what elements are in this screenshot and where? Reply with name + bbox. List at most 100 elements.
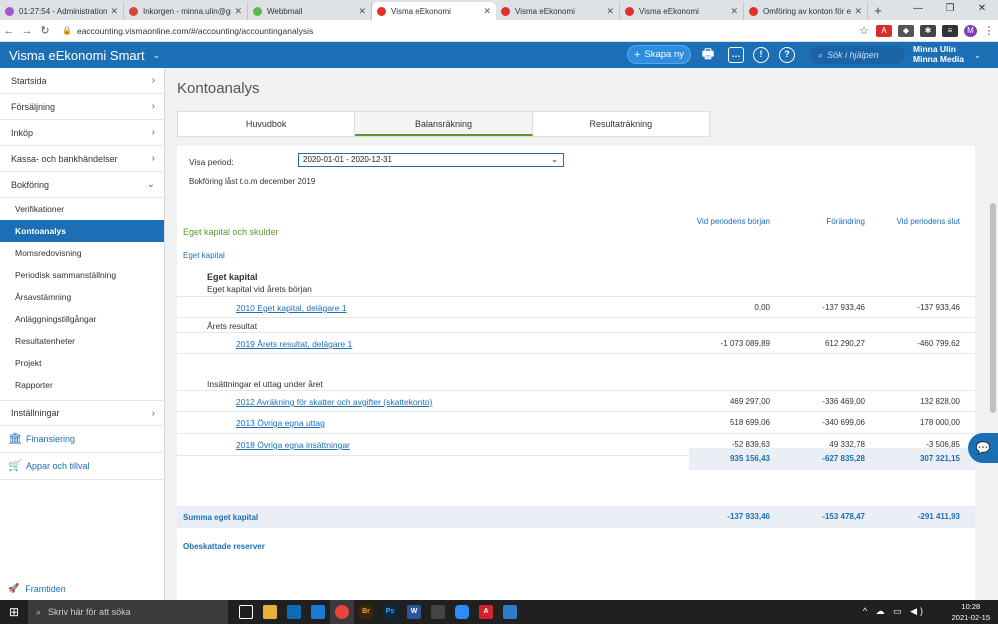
app-icon[interactable] xyxy=(258,600,282,624)
chat-icon[interactable]: … xyxy=(728,47,744,63)
chevron-down-icon: ⌄ xyxy=(152,49,161,60)
chat-icon: 💬 xyxy=(975,441,991,455)
table-row: 2010 Eget kapital, delägare 1 0,00 -137 … xyxy=(177,296,975,318)
app-icon[interactable] xyxy=(426,600,450,624)
user-menu[interactable]: Minna Ulin Minna Media xyxy=(913,44,964,64)
subtotal-change: -627 835,28 xyxy=(822,454,865,463)
browser-tab[interactable]: Visma eEkonomi ✕ xyxy=(496,2,620,20)
close-icon[interactable]: ✕ xyxy=(606,6,614,17)
browser-tab[interactable]: Webbmail ✕ xyxy=(248,2,372,20)
tab-balansrakning[interactable]: Balansräkning xyxy=(355,112,533,136)
app-icon[interactable] xyxy=(498,600,522,624)
reload-icon[interactable]: ↻ xyxy=(36,24,54,37)
user-name: Minna Ulin xyxy=(913,44,956,54)
column-header-start: Vid periodens början xyxy=(696,217,770,226)
media-icon[interactable]: ≡ xyxy=(942,24,958,37)
value-start: -1 073 089,89 xyxy=(720,339,770,348)
acrobat-icon[interactable]: A xyxy=(474,600,498,624)
app-title[interactable]: Visma eEkonomi Smart ⌄ xyxy=(0,48,165,63)
browser-tab[interactable]: Visma eEkonomi ✕ xyxy=(620,2,744,20)
puzzle-icon[interactable]: ✱ xyxy=(920,24,936,37)
sidebar-item-installningar[interactable]: Inställningar › xyxy=(0,400,164,426)
sidebar-subitem-kontoanalys[interactable]: Kontoanalys xyxy=(0,220,164,242)
sidebar-subitem-resultatenheter[interactable]: Resultatenheter xyxy=(0,330,164,352)
clock[interactable]: 10:28 2021-02-15 xyxy=(952,600,990,624)
url-field[interactable]: 🔒 eaccounting.vismaonline.com/#/accountin… xyxy=(62,26,855,36)
menu-icon[interactable]: ⋮ xyxy=(980,24,998,37)
browser-tab[interactable]: Omföring av konton för eg ✕ xyxy=(744,2,868,20)
main-content: Kontoanalys Huvudbok Balansräkning Resul… xyxy=(165,68,988,600)
word-icon[interactable]: W xyxy=(402,600,426,624)
forward-icon[interactable]: → xyxy=(18,25,36,37)
system-tray-icons[interactable]: ^ ☁ ▭ ◀) xyxy=(863,606,926,617)
sidebar-item-finansiering[interactable]: 🏛 Finansiering xyxy=(0,426,164,453)
close-window-icon[interactable]: ✕ xyxy=(966,0,998,20)
browser-tab-active[interactable]: Visma eEkonomi ✕ xyxy=(372,2,496,20)
windows-start-icon[interactable]: ⊞ xyxy=(0,605,28,619)
zoom-icon[interactable] xyxy=(450,600,474,624)
close-icon[interactable]: ✕ xyxy=(110,6,118,17)
tab-title: Omföring av konton för eg xyxy=(763,6,852,16)
close-icon[interactable]: ✕ xyxy=(234,6,242,17)
pdf-extension-icon[interactable]: A xyxy=(876,24,892,37)
sidebar-subitem-projekt[interactable]: Projekt xyxy=(0,352,164,374)
print-icon[interactable]: 🖶 xyxy=(700,47,716,63)
sidebar-subitem-verifikationer[interactable]: Verifikationer xyxy=(0,198,164,220)
chat-support-button[interactable]: 💬 xyxy=(968,433,998,463)
maximize-icon[interactable]: ❐ xyxy=(934,0,966,20)
sidebar-item-inkop[interactable]: Inköp › xyxy=(0,120,164,146)
mail-icon[interactable] xyxy=(306,600,330,624)
star-icon[interactable]: ☆ xyxy=(855,24,873,37)
sidebar-item-framtiden[interactable]: 🚀 Framtiden xyxy=(8,583,66,594)
page-scrollbar[interactable] xyxy=(988,68,998,600)
close-icon[interactable]: ✕ xyxy=(854,6,862,17)
sidebar-subitem-momsredovisning[interactable]: Momsredovisning xyxy=(0,242,164,264)
profile-avatar[interactable]: M xyxy=(964,24,977,37)
chrome-icon[interactable] xyxy=(330,600,354,624)
sidebar-subitem-anlaggning[interactable]: Anläggningstillgångar xyxy=(0,308,164,330)
report-panel: Visa period: 2020-01-01 - 2020-12-31 ⌄ Bo… xyxy=(177,146,975,600)
account-link[interactable]: 2019 Årets resultat, delägare 1 xyxy=(236,339,352,349)
taskbar-search[interactable]: ⌕ Skriv här för att söka xyxy=(28,600,228,624)
value-change: 612 290,27 xyxy=(824,339,865,348)
sidebar-item-kassa[interactable]: Kassa- och bankhändelser › xyxy=(0,146,164,172)
sidebar-item-appar[interactable]: 🛒 Appar och tillval xyxy=(0,453,164,480)
sidebar-subitem-arsavstamning[interactable]: Årsavstämning xyxy=(0,286,164,308)
sidebar-item-bokforing[interactable]: Bokföring ⌄ xyxy=(0,172,164,198)
chevron-down-icon[interactable]: ⌄ xyxy=(974,51,981,60)
new-tab-button[interactable]: + xyxy=(868,2,888,20)
bridge-icon[interactable]: Br xyxy=(354,600,378,624)
account-link[interactable]: 2013 Övriga egna uttag xyxy=(236,418,325,428)
scrollbar-thumb[interactable] xyxy=(990,203,996,413)
photoshop-icon[interactable]: Ps xyxy=(378,600,402,624)
period-select[interactable]: 2020-01-01 - 2020-12-31 ⌄ xyxy=(298,153,564,167)
browser-tab[interactable]: Inkorgen - minna.ulin@gm ✕ xyxy=(124,2,248,20)
sidebar-item-label: Inställningar xyxy=(11,408,60,418)
tab-favicon xyxy=(129,6,138,16)
task-view-icon[interactable] xyxy=(234,600,258,624)
help-icon[interactable]: ? xyxy=(779,47,795,63)
close-icon[interactable]: ✕ xyxy=(483,6,491,17)
tab-resultatrakning[interactable]: Resultaträkning xyxy=(533,112,709,136)
chevron-right-icon: › xyxy=(151,101,155,112)
account-link[interactable]: 2010 Eget kapital, delägare 1 xyxy=(236,303,347,313)
sidebar-subitem-rapporter[interactable]: Rapporter xyxy=(0,374,164,396)
sidebar-subitem-periodisk[interactable]: Periodisk sammanställning xyxy=(0,264,164,286)
sidebar-item-forsaljning[interactable]: Försäljning › xyxy=(0,94,164,120)
tab-title: Visma eEkonomi xyxy=(391,6,451,16)
minimize-icon[interactable]: — xyxy=(902,0,934,20)
tab-huvudbok[interactable]: Huvudbok xyxy=(178,112,356,136)
sidebar-item-startsida[interactable]: Startsida › xyxy=(0,68,164,94)
browser-tab[interactable]: 01:27:54 - Administration - ✕ xyxy=(0,2,124,20)
close-icon[interactable]: ✕ xyxy=(358,6,366,17)
app-icon[interactable] xyxy=(282,600,306,624)
extension-icon[interactable]: ◆ xyxy=(898,24,914,37)
create-new-button[interactable]: + Skapa ny xyxy=(627,45,691,64)
account-link[interactable]: 2012 Avräkning för skatter och avgifter … xyxy=(236,397,432,407)
help-search-input[interactable]: ⌕ Sök i hjälpen xyxy=(810,46,905,64)
alert-icon[interactable]: ! xyxy=(753,47,769,63)
close-icon[interactable]: ✕ xyxy=(730,6,738,17)
row-label-result: Årets resultat xyxy=(207,321,258,331)
account-link[interactable]: 2018 Övriga egna insättningar xyxy=(236,440,350,450)
back-icon[interactable]: ← xyxy=(0,25,18,37)
